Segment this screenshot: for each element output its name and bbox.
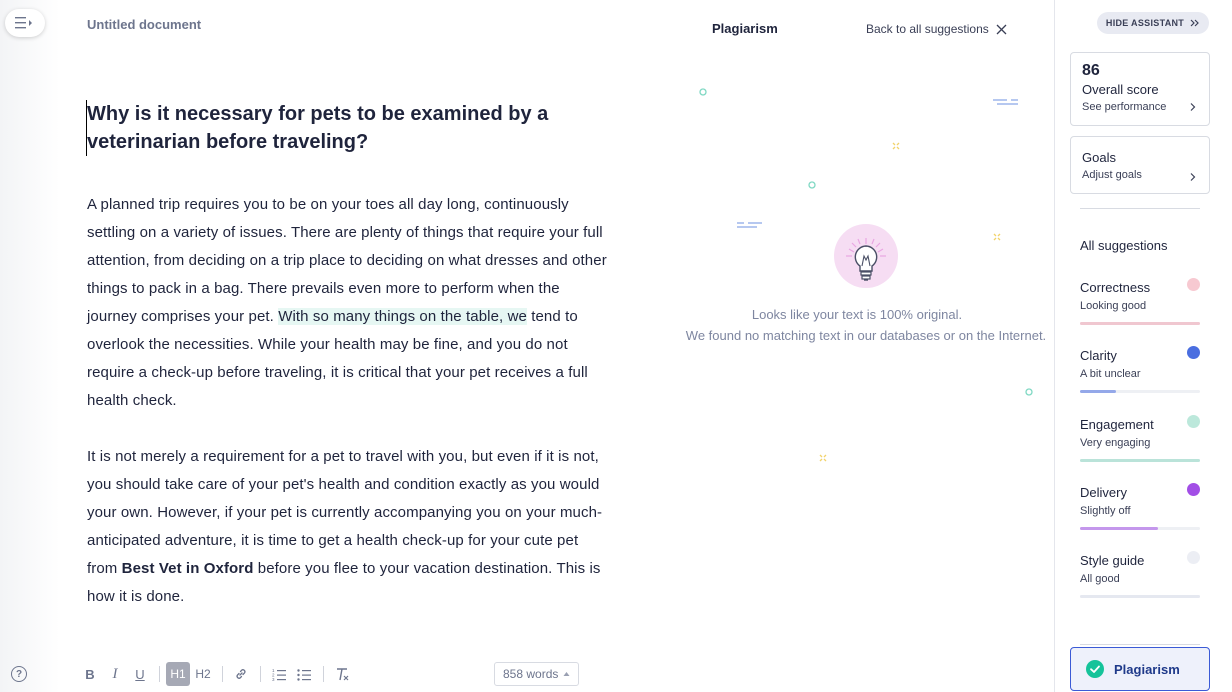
decorative-confetti: [699, 88, 1033, 462]
category-status: A bit unclear: [1080, 368, 1141, 380]
adjust-goals-link[interactable]: Adjust goals: [1082, 169, 1142, 181]
category-bar: [1080, 595, 1200, 598]
toolbar-divider: [159, 666, 160, 682]
category-status-icon: [1187, 483, 1200, 496]
plagiarism-button[interactable]: Plagiarism: [1070, 647, 1210, 691]
plagiarism-panel: Plagiarism Back to all suggestions Looks…: [660, 0, 1054, 692]
bullet-list-button[interactable]: [292, 662, 316, 686]
ordered-list-icon: 123: [272, 668, 286, 681]
original-message: Looks like your text is 100% original.: [751, 307, 963, 322]
category-bar: [1080, 527, 1158, 530]
paragraph-1-text-a: A planned trip requires you to be on you…: [87, 196, 607, 325]
clear-format-icon: [337, 668, 349, 681]
menu-button[interactable]: [5, 9, 45, 37]
document-title[interactable]: Untitled document: [87, 17, 201, 32]
hide-assistant-label: HIDE ASSISTANT: [1105, 18, 1185, 28]
sidebar-divider: [1080, 208, 1200, 209]
sidebar-divider: [1080, 644, 1200, 645]
toolbar-divider: [323, 666, 324, 682]
word-count-label: 858 words: [503, 667, 559, 681]
category-bar: [1080, 390, 1116, 393]
chevron-right-icon: [1190, 103, 1196, 111]
category-correctness[interactable]: Correctness Looking good: [1080, 278, 1200, 326]
plagiarism-button-label: Plagiarism: [1114, 661, 1180, 677]
category-name: Engagement: [1080, 417, 1154, 432]
check-circle-icon: [1086, 660, 1104, 678]
category-bar: [1080, 459, 1200, 462]
caret-up-icon: [563, 672, 570, 676]
toolbar-divider: [260, 666, 261, 682]
goals-label: Goals: [1082, 150, 1116, 165]
all-suggestions-link[interactable]: All suggestions: [1080, 238, 1167, 253]
category-status-icon: [1187, 415, 1200, 428]
category-engagement[interactable]: Engagement Very engaging: [1080, 415, 1200, 463]
menu-icon: [15, 17, 32, 29]
overall-score-card[interactable]: 86 Overall score See performance: [1070, 52, 1210, 126]
toolbar-divider: [222, 666, 223, 682]
category-style-guide[interactable]: Style guide All good: [1080, 551, 1200, 599]
bold-button[interactable]: B: [78, 662, 102, 686]
category-status: All good: [1080, 573, 1120, 585]
help-icon[interactable]: ?: [11, 666, 27, 682]
paragraph-1[interactable]: A planned trip requires you to be on you…: [87, 191, 609, 415]
chevron-right-icon: [1190, 173, 1196, 181]
category-name: Style guide: [1080, 553, 1145, 568]
hide-assistant-button[interactable]: HIDE ASSISTANT: [1097, 12, 1209, 34]
heading1-button[interactable]: H1: [166, 662, 190, 686]
category-status: Very engaging: [1080, 437, 1151, 449]
category-bar: [1080, 322, 1200, 325]
overall-score-value: 86: [1082, 62, 1100, 79]
overall-score-label: Overall score: [1082, 82, 1159, 97]
category-status-icon: [1187, 551, 1200, 564]
category-delivery[interactable]: Delivery Slightly off: [1080, 483, 1200, 531]
paragraph-2-text-a: It is not merely a requirement for a pet…: [87, 448, 603, 577]
italic-button[interactable]: I: [103, 662, 127, 686]
category-name: Delivery: [1080, 485, 1127, 500]
format-toolbar: B I U H1 H2 123: [78, 660, 355, 688]
highlighted-phrase[interactable]: With so many things on the table, we: [278, 308, 527, 325]
link-button[interactable]: [229, 662, 253, 686]
see-performance-link[interactable]: See performance: [1082, 101, 1166, 113]
bold-phrase: Best Vet in Oxford: [121, 560, 254, 577]
double-chevron-right-icon: [1190, 19, 1199, 27]
category-name: Clarity: [1080, 348, 1117, 363]
underline-button[interactable]: U: [128, 662, 152, 686]
no-match-message: We found no matching text in our databas…: [685, 328, 1047, 343]
paragraph-2[interactable]: It is not merely a requirement for a pet…: [87, 443, 609, 611]
category-name: Correctness: [1080, 280, 1151, 295]
heading2-button[interactable]: H2: [191, 662, 215, 686]
document-heading[interactable]: Why is it necessary for pets to be exami…: [86, 100, 609, 156]
category-clarity[interactable]: Clarity A bit unclear: [1080, 346, 1200, 394]
lightbulb-icon: [846, 238, 886, 281]
left-gutter: [0, 0, 60, 692]
word-count-button[interactable]: 858 words: [494, 662, 580, 686]
document-body[interactable]: Why is it necessary for pets to be exami…: [86, 100, 609, 639]
category-status: Looking good: [1080, 300, 1147, 312]
category-status-icon: [1187, 278, 1200, 291]
assistant-sidebar: HIDE ASSISTANT 86 Overall score See perf…: [1054, 0, 1232, 692]
bullet-list-icon: [297, 669, 311, 681]
editor-area: Untitled document Why is it necessary fo…: [0, 0, 660, 692]
goals-card[interactable]: Goals Adjust goals: [1070, 136, 1210, 194]
ordered-list-button[interactable]: 123: [267, 662, 291, 686]
clear-format-button[interactable]: [330, 662, 354, 686]
svg-text:3: 3: [272, 677, 275, 681]
category-status: Slightly off: [1080, 505, 1131, 517]
link-icon: [236, 669, 246, 679]
category-status-icon: [1187, 346, 1200, 359]
